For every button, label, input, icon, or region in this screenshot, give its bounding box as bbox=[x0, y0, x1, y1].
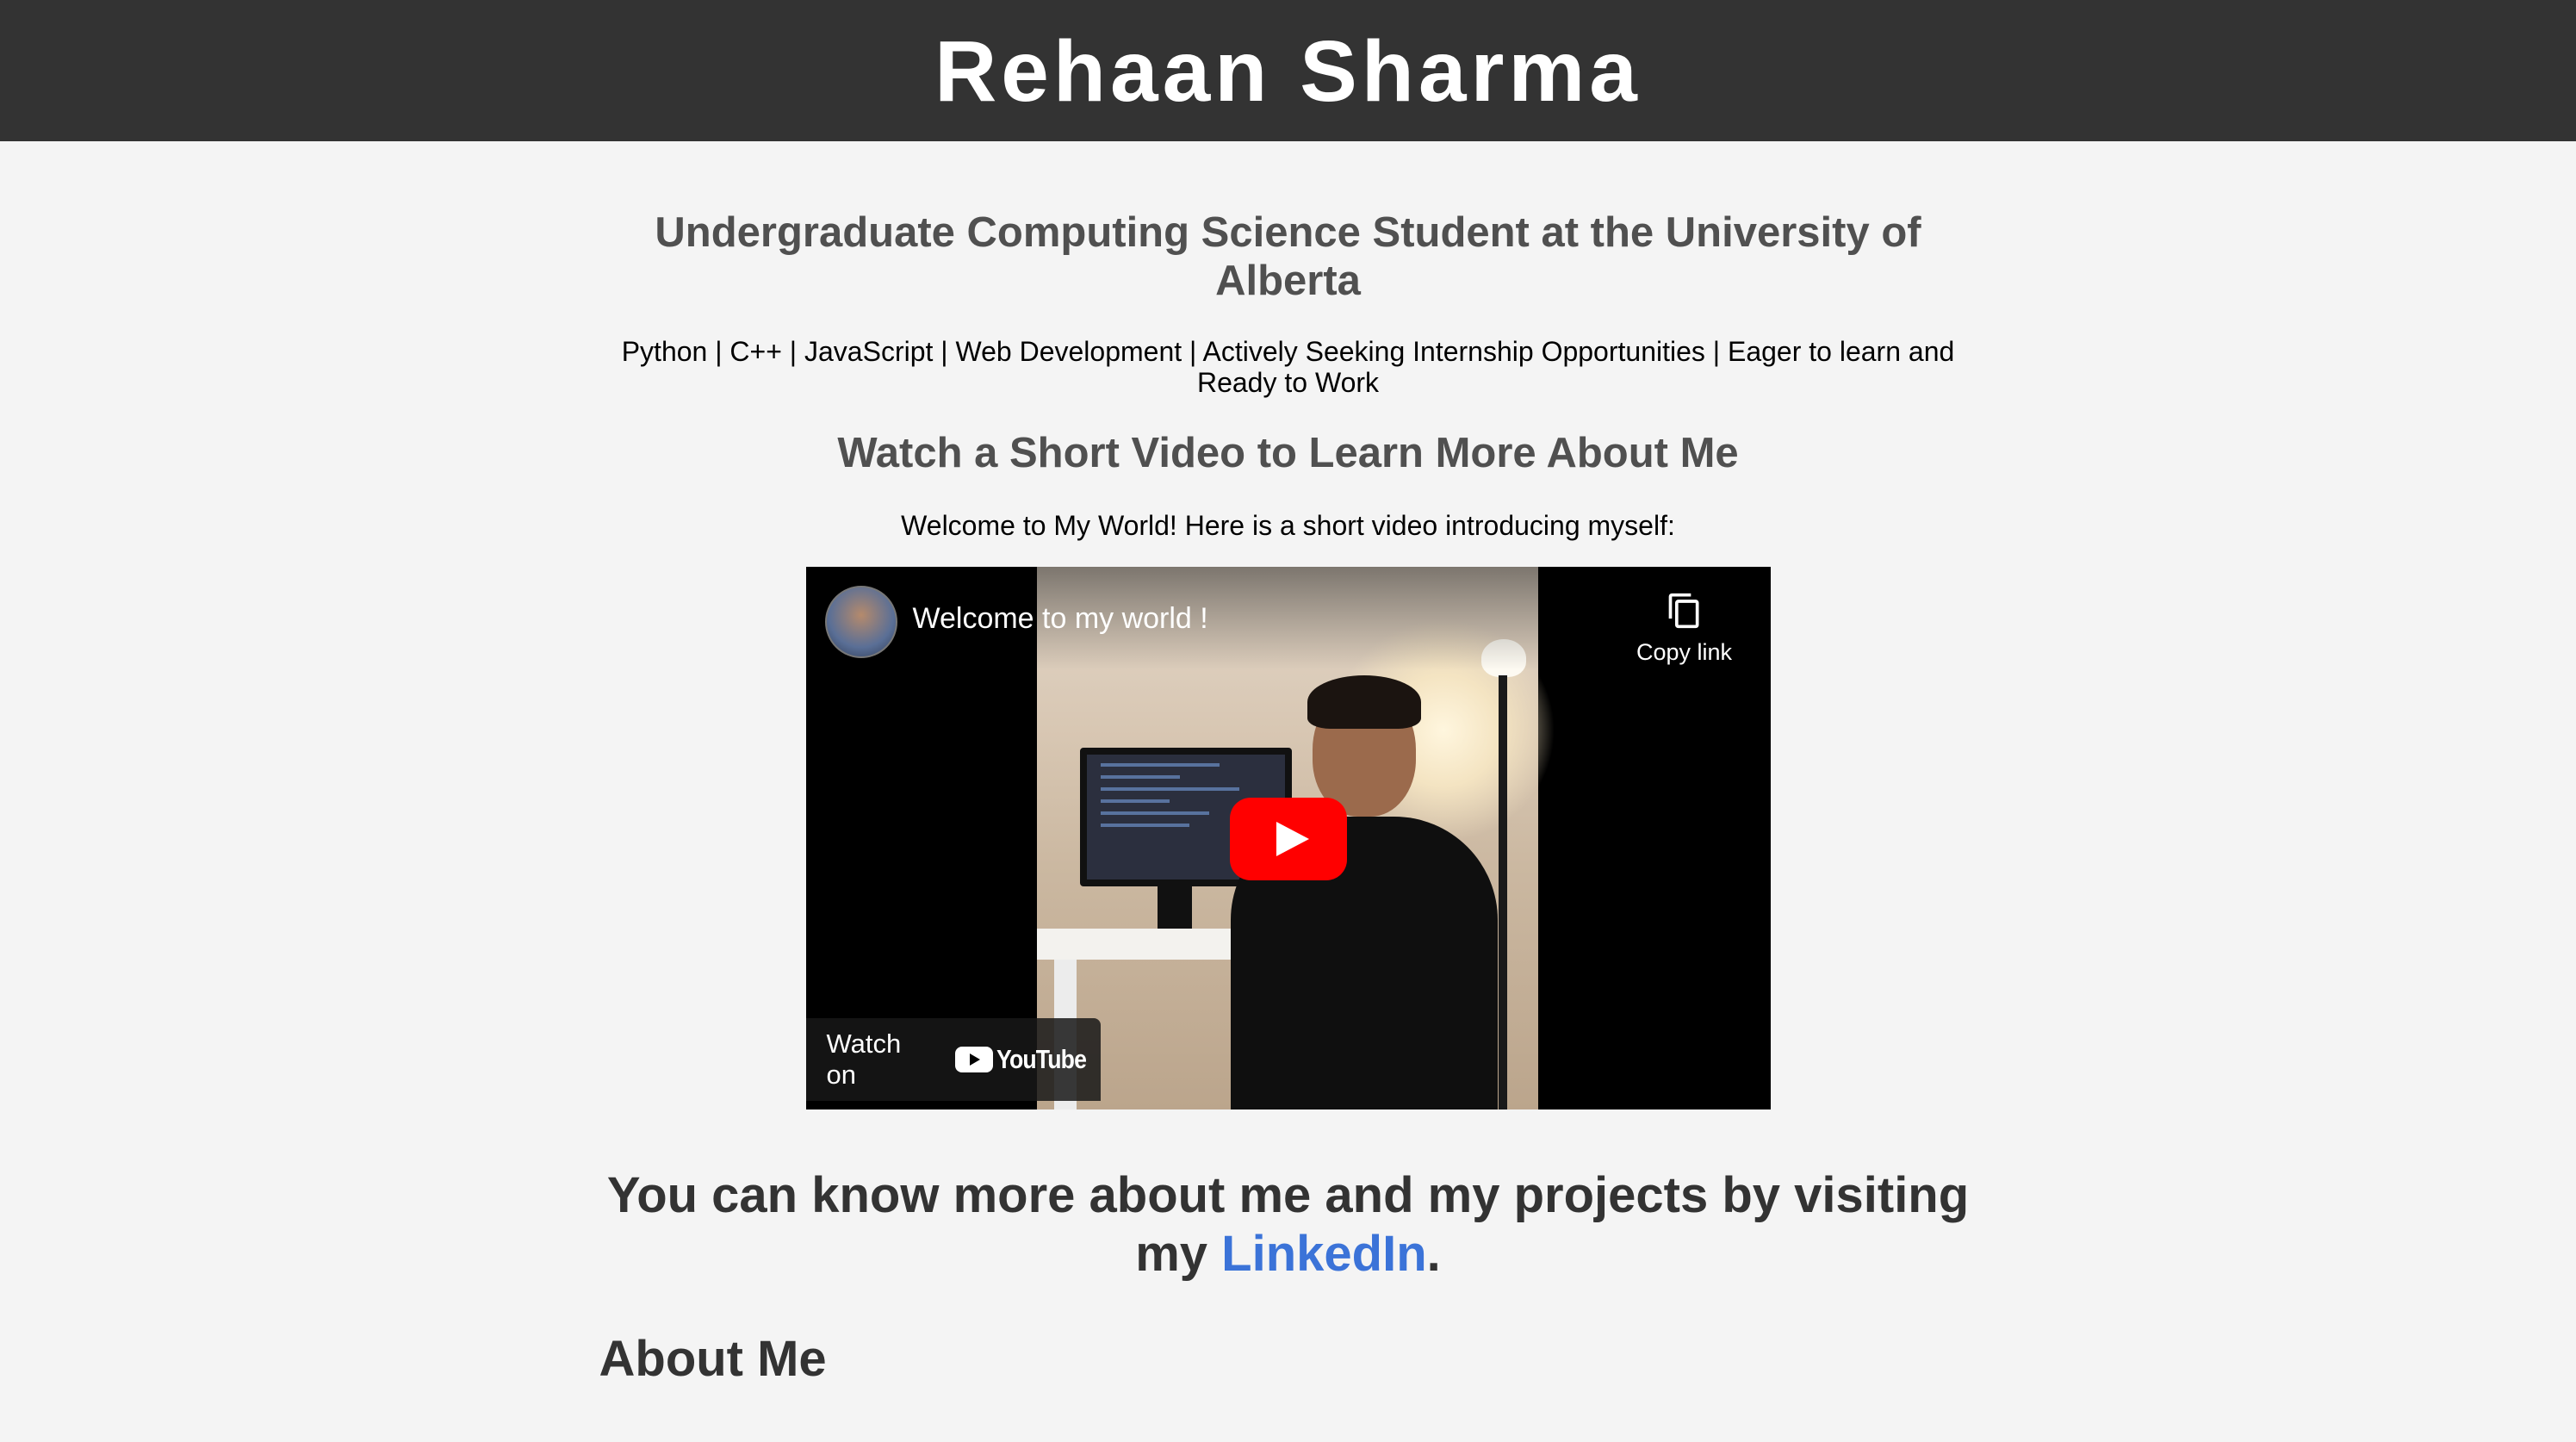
copy-icon bbox=[1668, 593, 1698, 629]
person-hair bbox=[1307, 675, 1421, 729]
site-header: Rehaan Sharma bbox=[0, 0, 2576, 141]
main-content: Undergraduate Computing Science Student … bbox=[599, 208, 1977, 1389]
channel-avatar[interactable] bbox=[824, 586, 897, 658]
youtube-play-icon bbox=[954, 1047, 993, 1072]
linkedin-invitation: You can know more about me and my projec… bbox=[599, 1166, 1977, 1284]
monitor-stand bbox=[1157, 884, 1192, 935]
subtitle: Undergraduate Computing Science Student … bbox=[655, 209, 1921, 304]
site-title: Rehaan Sharma bbox=[934, 22, 1642, 120]
linkedin-link[interactable]: LinkedIn bbox=[1221, 1226, 1426, 1282]
watch-on-label: Watch on bbox=[826, 1029, 902, 1090]
youtube-logo: YouTube bbox=[954, 1044, 1101, 1075]
about-me-heading: About Me bbox=[599, 1331, 827, 1387]
video-title[interactable]: Welcome to my world ! bbox=[913, 601, 1208, 636]
lamp-pole bbox=[1498, 675, 1507, 1109]
play-button[interactable] bbox=[1229, 798, 1347, 880]
linkedin-suffix: . bbox=[1426, 1226, 1441, 1282]
video-intro-text: Welcome to My World! Here is a short vid… bbox=[901, 510, 1675, 541]
youtube-wordmark: YouTube bbox=[996, 1044, 1087, 1074]
video-section-heading: Watch a Short Video to Learn More About … bbox=[837, 430, 1739, 476]
copy-link-button[interactable]: Copy link bbox=[1624, 591, 1745, 666]
watch-on-youtube-button[interactable]: Watch on YouTube bbox=[805, 1018, 1101, 1101]
youtube-video-player[interactable]: Welcome to my world ! Copy link Watch on… bbox=[805, 567, 1771, 1109]
copy-link-label: Copy link bbox=[1636, 639, 1733, 665]
skills-line: Python | C++ | JavaScript | Web Developm… bbox=[621, 336, 1955, 398]
